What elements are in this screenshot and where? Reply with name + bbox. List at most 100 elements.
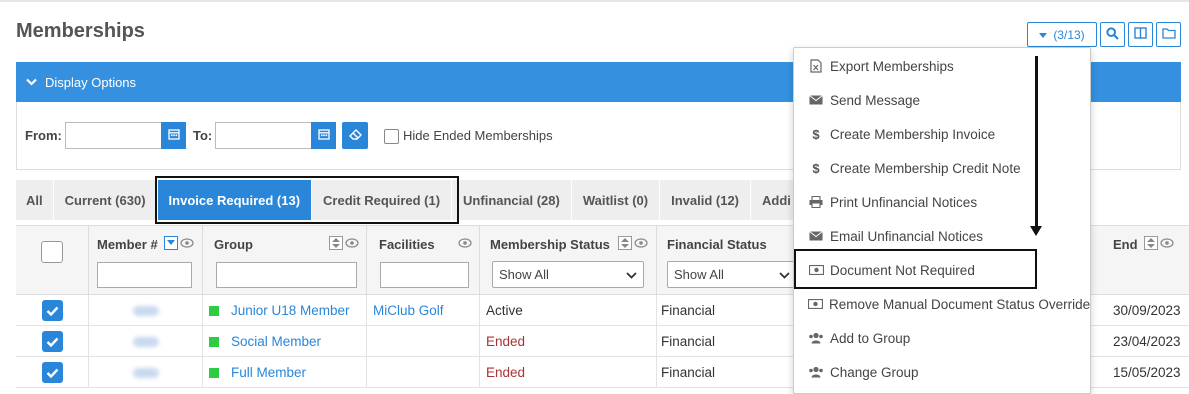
to-date-field — [215, 122, 336, 149]
eye-icon[interactable] — [634, 236, 648, 250]
dollar-icon: $ — [812, 160, 820, 176]
eraser-icon — [348, 128, 362, 143]
search-icon — [1106, 26, 1119, 43]
annotation-arrow-line — [1035, 56, 1038, 228]
facilities-title: Facilities — [379, 237, 435, 252]
group-link[interactable]: Junior U18 Member — [231, 303, 350, 318]
menu-item-label: Create Membership Credit Note — [830, 160, 1021, 176]
menu-item-label: Email Unfinancial Notices — [830, 228, 984, 244]
member-number-redacted — [132, 367, 159, 378]
financial-status-select[interactable]: Show All — [667, 261, 797, 288]
menu-item-email-unfinancial[interactable]: Email Unfinancial Notices — [794, 219, 1090, 253]
menu-item-send-message[interactable]: Send Message — [794, 83, 1090, 117]
users-icon — [808, 364, 824, 380]
group-title: Group — [214, 237, 253, 252]
actions-dropdown-menu: Export Memberships Send Message $ Create… — [793, 47, 1091, 394]
facilities-filter[interactable] — [380, 262, 469, 288]
end-column-icons — [1144, 236, 1174, 250]
menu-item-add-to-group[interactable]: Add to Group — [794, 321, 1090, 355]
tab-invalid[interactable]: Invalid (12) — [660, 180, 752, 220]
eye-icon[interactable] — [345, 236, 359, 250]
status-dot — [209, 336, 219, 347]
sort-icon[interactable] — [1144, 236, 1158, 250]
from-label: From: — [25, 128, 62, 143]
member-number-redacted — [132, 336, 159, 347]
hide-ended-checkbox[interactable] — [384, 129, 399, 144]
tab-waitlist[interactable]: Waitlist (0) — [572, 180, 661, 220]
from-date-field — [65, 122, 186, 149]
tab-all[interactable]: All — [16, 180, 54, 220]
select-all-checkbox[interactable] — [41, 241, 63, 263]
group-link[interactable]: Full Member — [231, 365, 306, 380]
from-calendar-button[interactable] — [161, 122, 186, 149]
facility-link[interactable]: MiClub Golf — [373, 303, 444, 318]
tab-unfinancial[interactable]: Unfinancial (28) — [452, 180, 572, 220]
menu-item-remove-document-override[interactable]: Remove Manual Document Status Override — [794, 287, 1090, 321]
member-number-filter[interactable] — [97, 262, 192, 288]
chevron-down-icon — [779, 267, 790, 282]
status-dot — [209, 305, 219, 316]
envelope-icon — [808, 228, 824, 244]
file-excel-icon — [808, 58, 824, 74]
menu-item-label: Change Group — [830, 364, 919, 380]
clear-dates-button[interactable] — [342, 122, 368, 149]
row-checkbox[interactable] — [42, 300, 63, 321]
eye-icon[interactable] — [458, 236, 472, 250]
membership-status-select[interactable]: Show All — [492, 261, 644, 288]
selection-count: (3/13) — [1053, 27, 1085, 42]
financial-status-title: Financial Status — [667, 237, 767, 252]
envelope-icon — [808, 92, 824, 108]
membership-status-title: Membership Status — [490, 237, 610, 252]
status-dot — [209, 367, 219, 378]
row-checkbox[interactable] — [42, 362, 63, 383]
annotation-arrow-head — [1030, 226, 1042, 236]
menu-item-create-invoice[interactable]: $ Create Membership Invoice — [794, 117, 1090, 151]
end-column-title: End — [1113, 237, 1138, 252]
group-filter[interactable] — [216, 262, 357, 288]
columns-icon — [1134, 27, 1147, 42]
sort-desc-icon[interactable] — [164, 236, 178, 250]
from-date-input[interactable] — [65, 122, 161, 149]
menu-item-label: Send Message — [830, 92, 921, 108]
to-date-input[interactable] — [215, 122, 311, 149]
money-icon — [808, 296, 823, 312]
group-header: Group — [203, 225, 367, 295]
menu-item-label: Remove Manual Document Status Override — [829, 296, 1091, 312]
search-button[interactable] — [1100, 22, 1125, 47]
to-label: To: — [193, 128, 213, 143]
eye-icon[interactable] — [180, 236, 194, 250]
menu-item-change-group[interactable]: Change Group — [794, 355, 1090, 389]
folder-button[interactable] — [1156, 22, 1181, 47]
member-number-title: Member # — [97, 237, 158, 252]
menu-item-export-memberships[interactable]: Export Memberships — [794, 49, 1090, 83]
print-icon — [808, 194, 824, 210]
financial-status-value: Financial — [661, 303, 716, 318]
sort-icon[interactable] — [618, 236, 632, 250]
menu-item-create-credit-note[interactable]: $ Create Membership Credit Note — [794, 151, 1090, 185]
row-checkbox[interactable] — [42, 331, 63, 352]
membership-status-header: Membership Status Show All — [480, 225, 657, 295]
financial-status-header: Financial Status Show All — [657, 225, 797, 295]
calendar-icon — [317, 128, 330, 143]
sort-icon[interactable] — [329, 236, 343, 250]
dollar-icon: $ — [812, 126, 820, 142]
membership-status-value: Active — [486, 303, 523, 318]
member-number-redacted — [132, 305, 159, 316]
toolbar: (3/13) — [1027, 22, 1181, 47]
actions-dropdown-button[interactable]: (3/13) — [1027, 22, 1097, 47]
to-calendar-button[interactable] — [311, 122, 336, 149]
member-number-header: Member # — [89, 225, 203, 295]
display-options-label: Display Options — [45, 74, 137, 90]
users-icon — [808, 330, 824, 346]
group-link[interactable]: Social Member — [231, 334, 321, 349]
chevron-down-icon — [26, 78, 37, 86]
columns-button[interactable] — [1128, 22, 1153, 47]
facilities-header: Facilities — [367, 225, 480, 295]
menu-item-print-unfinancial[interactable]: Print Unfinancial Notices — [794, 185, 1090, 219]
caret-down-icon — [1039, 28, 1048, 42]
tab-current[interactable]: Current (630) — [54, 180, 158, 220]
eye-icon[interactable] — [1160, 236, 1174, 250]
menu-item-label: Create Membership Invoice — [830, 126, 996, 142]
menu-item-label: Add to Group — [830, 330, 911, 346]
membership-status-value: Ended — [486, 334, 526, 349]
